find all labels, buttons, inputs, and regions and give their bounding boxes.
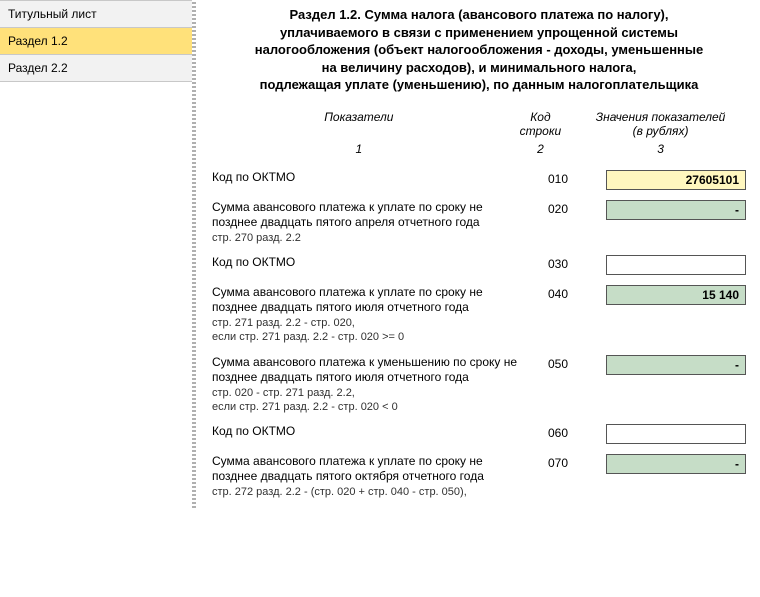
form-row: Код по ОКТМО 030 [212, 249, 746, 277]
value-column: 15 140 [588, 285, 746, 305]
value-field[interactable]: - [606, 454, 746, 474]
indicator-label: Сумма авансового платежа к уплате по сро… [212, 285, 528, 345]
indicator-sub: стр. 271 разд. 2.2 - стр. 020,если стр. … [212, 317, 518, 345]
value-column: - [588, 454, 746, 474]
value-column [588, 255, 746, 275]
value-column: - [588, 200, 746, 220]
value-column [588, 424, 746, 444]
indicator-text: Сумма авансового платежа к уплате по сро… [212, 454, 518, 484]
line-code: 040 [528, 285, 588, 301]
indicator-label: Код по ОКТМО [212, 170, 528, 185]
col-header-indicators: Показатели [212, 108, 506, 140]
form-row: Код по ОКТМО 060 [212, 418, 746, 446]
indicator-text: Сумма авансового платежа к уменьшению по… [212, 355, 518, 385]
col-header-code: Код строки [506, 108, 575, 140]
form-row: Сумма авансового платежа к уменьшению по… [212, 349, 746, 417]
indicator-sub: стр. 272 разд. 2.2 - (стр. 020 + стр. 04… [212, 486, 518, 500]
nav-item-title[interactable]: Титульный лист [0, 0, 192, 28]
nav-item-section-2-2[interactable]: Раздел 2.2 [0, 55, 192, 82]
line-code: 030 [528, 255, 588, 271]
line-code: 010 [528, 170, 588, 186]
indicator-label: Сумма авансового платежа к уменьшению по… [212, 355, 528, 415]
sidebar: Титульный лист Раздел 1.2 Раздел 2.2 [0, 0, 192, 508]
col-header-values: Значения показателей (в рублях) [575, 108, 746, 140]
value-field[interactable]: 15 140 [606, 285, 746, 305]
title-line-2: уплачиваемого в связи с применением упро… [280, 25, 678, 40]
form-row: Сумма авансового платежа к уплате по сро… [212, 194, 746, 248]
indicator-sub: стр. 020 - стр. 271 разд. 2.2,если стр. … [212, 387, 518, 415]
line-code: 050 [528, 355, 588, 371]
rows-container: Код по ОКТМО 010 27605101 Сумма авансового … [212, 164, 746, 503]
indicator-text: Сумма авансового платежа к уплате по сро… [212, 200, 518, 230]
value-field[interactable] [606, 424, 746, 444]
line-code: 070 [528, 454, 588, 470]
indicator-text: Код по ОКТМО [212, 170, 518, 185]
title-line-3: налогообложения (объект налогообложения … [255, 42, 703, 57]
col-num-3: 3 [575, 140, 746, 158]
form-row: Код по ОКТМО 010 27605101 [212, 164, 746, 192]
indicator-text: Код по ОКТМО [212, 424, 518, 439]
title-line-5: подлежащая уплате (уменьшению), по данны… [260, 77, 699, 92]
form-row: Сумма авансового платежа к уплате по сро… [212, 448, 746, 502]
form-row: Сумма авансового платежа к уплате по сро… [212, 279, 746, 347]
nav-item-section-1-2[interactable]: Раздел 1.2 [0, 28, 192, 55]
value-column: - [588, 355, 746, 375]
value-field[interactable] [606, 255, 746, 275]
col-num-1: 1 [212, 140, 506, 158]
main-panel: Раздел 1.2. Сумма налога (авансового пла… [198, 0, 760, 508]
column-headers: Показатели Код строки Значения показател… [212, 108, 746, 158]
indicator-sub: стр. 270 разд. 2.2 [212, 232, 518, 246]
col-num-2: 2 [506, 140, 575, 158]
indicator-text: Код по ОКТМО [212, 255, 518, 270]
title-line-1: Раздел 1.2. Сумма налога (авансового пла… [290, 7, 669, 22]
title-line-4: на величину расходов), и минимального на… [322, 60, 637, 75]
indicator-text: Сумма авансового платежа к уплате по сро… [212, 285, 518, 315]
indicator-label: Сумма авансового платежа к уплате по сро… [212, 454, 528, 500]
line-code: 020 [528, 200, 588, 216]
vertical-divider [192, 0, 196, 508]
indicator-label: Код по ОКТМО [212, 255, 528, 270]
line-code: 060 [528, 424, 588, 440]
value-field[interactable]: - [606, 200, 746, 220]
value-field[interactable]: 27605101 [606, 170, 746, 190]
indicator-label: Код по ОКТМО [212, 424, 528, 439]
section-title: Раздел 1.2. Сумма налога (авансового пла… [212, 6, 746, 94]
value-column: 27605101 [588, 170, 746, 190]
indicator-label: Сумма авансового платежа к уплате по сро… [212, 200, 528, 246]
value-field[interactable]: - [606, 355, 746, 375]
